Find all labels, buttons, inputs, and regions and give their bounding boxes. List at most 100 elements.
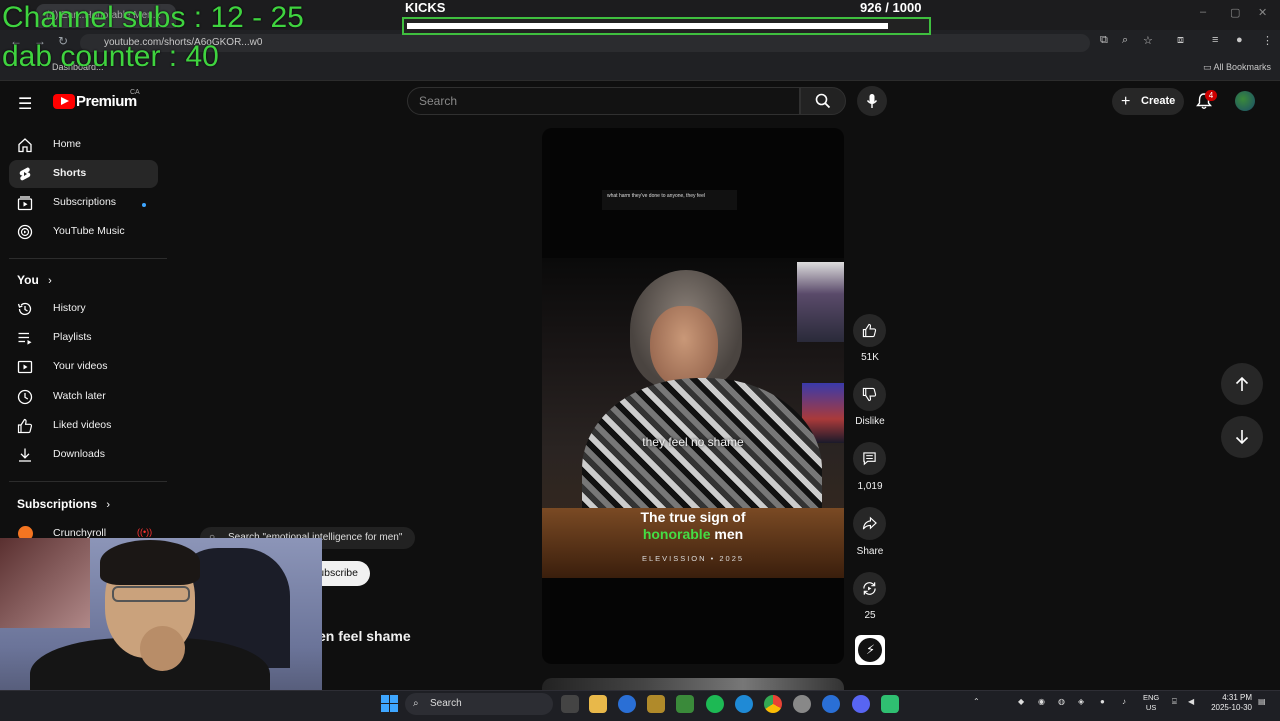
sidebar-item-home[interactable]: Home	[9, 131, 158, 159]
kicks-label: KICKS	[405, 0, 446, 15]
background-shelf	[797, 262, 844, 342]
language-indicator[interactable]: ENG US	[1143, 693, 1159, 713]
extensions-icon[interactable]: ⧈	[1177, 34, 1184, 47]
sidebar-item-history[interactable]: History	[9, 295, 158, 323]
close-icon[interactable]: ✕	[1258, 6, 1267, 19]
tray-icon[interactable]: ◉	[1038, 697, 1045, 706]
app-icon[interactable]	[647, 695, 665, 713]
subscriptions-section-label: Subscriptions	[17, 497, 98, 511]
hamburger-menu-icon[interactable]: ☰	[18, 94, 32, 114]
network-icon[interactable]: ⌸	[1172, 697, 1177, 707]
sidebar-item-label: Your videos	[53, 360, 108, 372]
thumbs-up-icon	[17, 418, 33, 434]
app-icon[interactable]	[822, 695, 840, 713]
you-section-label: You	[17, 273, 39, 287]
webcam-hand	[140, 626, 185, 671]
like-button[interactable]	[853, 314, 886, 347]
tray-icon[interactable]: ◈	[1078, 697, 1084, 706]
dislike-button[interactable]	[853, 378, 886, 411]
bookmark-star-icon[interactable]: ☆	[1143, 34, 1153, 47]
sidebar-item-label: YouTube Music	[53, 225, 125, 237]
sidebar-item-your-videos[interactable]: Your videos	[9, 353, 158, 381]
windows-start-icon[interactable]	[381, 695, 398, 712]
taskbar-clock[interactable]: 4:31 PM 2025-10-30	[1206, 693, 1252, 713]
zoom-icon[interactable]: ⌕	[1122, 34, 1128, 47]
kebab-menu-icon[interactable]: ⋮	[1262, 34, 1273, 47]
file-explorer-icon[interactable]	[589, 695, 607, 713]
cast-icon[interactable]: ⧉	[1100, 34, 1108, 47]
comments-button[interactable]	[853, 442, 886, 475]
remix-button[interactable]	[853, 572, 886, 605]
sidebar-item-label: History	[53, 302, 86, 314]
lang-line2: US	[1145, 703, 1157, 712]
sidebar-item-subscriptions[interactable]: Subscriptions	[9, 189, 158, 217]
sidebar-item-youtube-music[interactable]: YouTube Music	[9, 218, 158, 246]
share-button[interactable]	[853, 507, 886, 540]
profile-icon[interactable]: ●	[1236, 34, 1243, 46]
search-input[interactable]	[407, 87, 800, 115]
clock-time: 4:31 PM	[1222, 693, 1252, 702]
sidebar-item-label: Liked videos	[53, 419, 112, 431]
search-icon	[815, 93, 831, 109]
sidebar-item-downloads[interactable]: Downloads	[9, 441, 158, 469]
tray-icon[interactable]: ●	[1100, 697, 1105, 706]
sidebar-item-label: Subscriptions	[53, 196, 117, 208]
previous-short-button[interactable]	[1221, 363, 1263, 405]
sound-thumbnail[interactable]: ⚡	[855, 635, 885, 665]
channel-subs-overlay: Channel subs : 12 - 25	[2, 1, 304, 34]
sidebar-item-liked-videos[interactable]: Liked videos	[9, 412, 158, 440]
task-view-icon[interactable]	[561, 695, 579, 713]
minimize-icon[interactable]: –	[1200, 6, 1206, 18]
discord-icon[interactable]	[852, 695, 870, 713]
folder-icon: ▭	[1203, 62, 1212, 72]
volume-icon[interactable]: ◀	[1188, 697, 1194, 706]
tray-icon[interactable]: ◆	[1018, 697, 1024, 706]
tab-search-icon[interactable]: ≡	[1212, 34, 1218, 46]
dab-counter-overlay: dab counter : 40	[2, 40, 219, 73]
create-button[interactable]: + Create	[1112, 88, 1184, 115]
lightning-icon: ⚡	[866, 642, 876, 657]
voice-search-button[interactable]	[857, 86, 887, 116]
next-short-button[interactable]	[1221, 416, 1263, 458]
microphone-icon[interactable]: ♪	[1122, 697, 1126, 706]
app-icon[interactable]	[881, 695, 899, 713]
sidebar-section-you[interactable]: You ›	[17, 273, 52, 287]
sidebar-divider	[9, 481, 167, 482]
create-label: Create	[1141, 95, 1176, 107]
sidebar-item-watch-later[interactable]: Watch later	[9, 383, 158, 411]
sidebar-section-subscriptions[interactable]: Subscriptions ›	[17, 497, 110, 511]
kicks-progress-fill	[407, 23, 888, 29]
chevron-up-icon[interactable]: ⌃	[973, 697, 980, 706]
address-bar[interactable]: youtube.com/shorts/A6oGKOR...w0	[80, 34, 1090, 52]
sidebar-divider	[9, 258, 167, 259]
settings-icon[interactable]	[793, 695, 811, 713]
comment-count: 1,019	[857, 481, 883, 492]
subscriptions-icon	[17, 196, 33, 211]
spotify-icon[interactable]	[706, 695, 724, 713]
speaker-face	[650, 306, 718, 388]
notifications-icon[interactable]: ▤	[1258, 697, 1266, 706]
search-button[interactable]	[800, 87, 846, 115]
clock-icon	[17, 389, 33, 405]
short-title-text: en feel shame	[318, 628, 411, 644]
lang-line1: ENG	[1143, 693, 1160, 702]
chevron-right-icon: ›	[106, 499, 111, 511]
app-icon[interactable]	[618, 695, 636, 713]
video-credit: ELEVISSION • 2025	[641, 554, 745, 563]
account-avatar[interactable]	[1235, 91, 1255, 111]
short-video-player[interactable]: what harm they've done to anyone, they f…	[542, 128, 844, 664]
sidebar-item-playlists[interactable]: Playlists	[9, 324, 158, 352]
webcam-glasses	[112, 586, 190, 602]
maximize-icon[interactable]: ▢	[1230, 6, 1240, 19]
thumbs-down-icon	[862, 387, 877, 402]
next-short-preview[interactable]	[542, 678, 844, 690]
chevron-right-icon: ›	[48, 275, 52, 287]
taskbar-search-label: Search	[430, 698, 462, 709]
taskbar-search[interactable]: ⌕ Search	[405, 693, 553, 715]
sidebar-item-shorts[interactable]: Shorts	[9, 160, 158, 188]
edge-icon[interactable]	[735, 695, 753, 713]
tray-icon[interactable]: ◍	[1058, 697, 1065, 706]
chrome-icon[interactable]	[764, 695, 782, 713]
app-icon[interactable]	[676, 695, 694, 713]
all-bookmarks-folder[interactable]: ▭ All Bookmarks	[1203, 62, 1271, 73]
